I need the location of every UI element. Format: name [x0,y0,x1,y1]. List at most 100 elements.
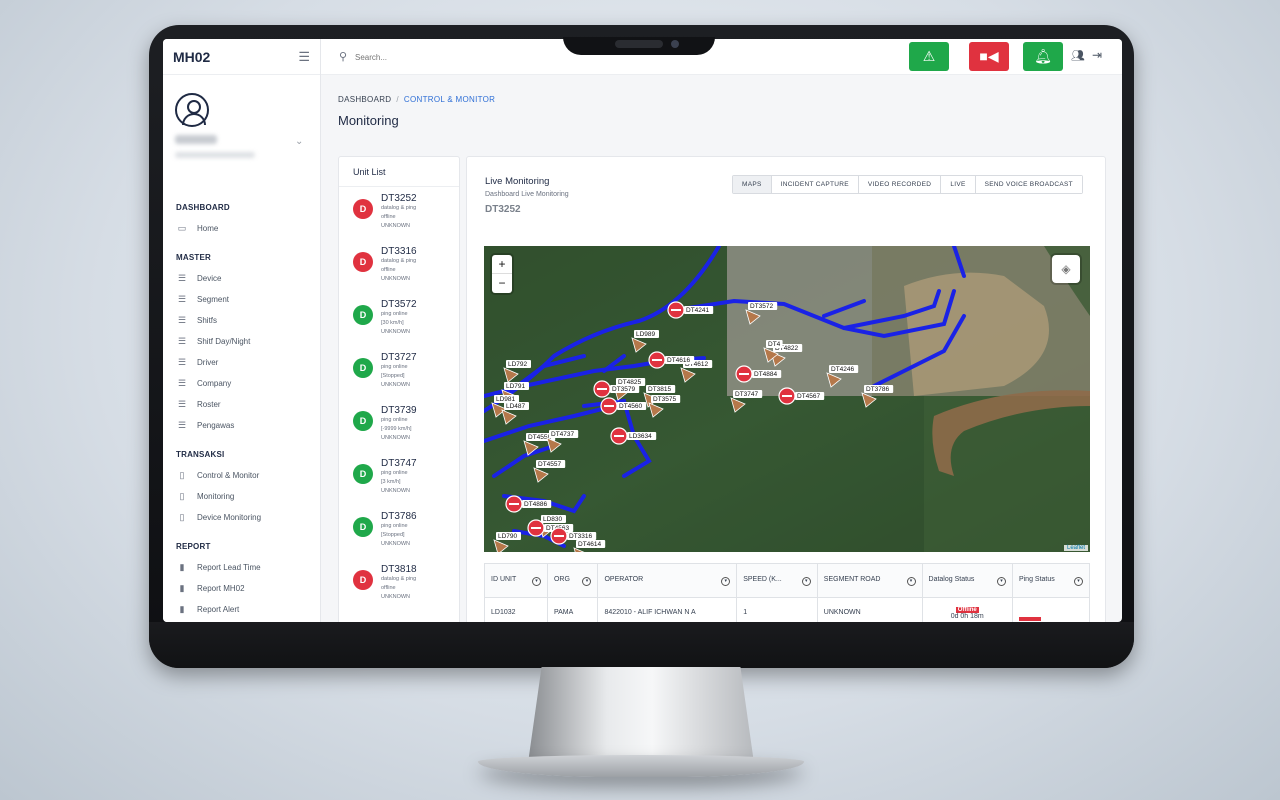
database-icon: ☰ [177,399,187,409]
tab-send-voice-broadcast[interactable]: SEND VOICE BROADCAST [975,176,1082,193]
column-header[interactable]: Datalog Status ▾ [921,563,1013,598]
sidebar-item-company[interactable]: ☰ Company [175,373,315,394]
sidebar-item-report-lead-time[interactable]: ▮ Report Lead Time [175,557,315,578]
marker-label: DT3786 [866,386,890,393]
sidebar-item-roster[interactable]: ☰ Roster [175,394,315,415]
marker-label: LD3634 [629,433,652,440]
column-header[interactable]: SEGMENT ROAD ▾ [816,563,923,598]
sidebar-item-label: Company [197,379,232,388]
unit-status-line: UNKNOWN [381,223,411,229]
tab-maps[interactable]: MAPS [733,176,772,193]
alert-button[interactable]: ⚠ [909,42,949,71]
users-icon[interactable]: 👥︎ [1071,49,1085,62]
table-cell-org: PAMA [546,597,599,622]
hamburger-menu-icon[interactable]: ☰ [298,49,310,65]
filter-icon[interactable]: ▾ [906,576,916,586]
topbar: ⚲ ⚠ ■◀ 🔔︎ 👥︎ ⇥ [321,39,1122,75]
filter-icon[interactable]: ▾ [1074,576,1083,586]
filter-icon[interactable]: ▾ [582,576,592,586]
sidebar-item-report-mh02[interactable]: ▮ Report MH02 [175,578,315,599]
chevron-down-icon[interactable]: ⌄ [295,136,303,147]
sidebar-item-shitf-day-night[interactable]: ☰ Shitf Day/Night [175,331,315,352]
unit-list-item[interactable]: D DT3252 datalog & ping offline UNKNOWN [339,187,459,240]
map-attribution[interactable]: Leaflet [1063,545,1088,551]
table-row[interactable]: LD1032 PAMA 8422010 - ALIF ICHWAN N A 1 UNKN… [484,597,1091,622]
layers-icon[interactable]: ◈ [1052,255,1080,283]
unit-status-line: [Stopped] [381,373,405,379]
sidebar-item-report-alert[interactable]: ▮ Report Alert [175,599,315,620]
sidebar-item-driver[interactable]: ☰ Driver [175,352,315,373]
column-header[interactable]: Ping Status ▾ [1011,563,1091,598]
unit-table: ID UNIT ▾ ORG ▾ OPERATOR ▾ SPEED (K... ▾ SEGMENT… [484,563,1091,622]
table-cell-operator: 8422010 - ALIF ICHWAN N A [597,597,738,622]
sidebar-item-home[interactable]: ▭ Home [175,218,315,239]
sidebar-item-device[interactable]: ☰ Device [175,268,315,289]
filter-icon[interactable]: ▾ [721,576,731,586]
marker-label: LD989 [636,331,656,338]
sidebar-item-segment[interactable]: ☰ Segment [175,289,315,310]
marker-label: DT4557 [538,461,562,468]
unit-list-item[interactable]: D DT3786 ping online [Stopped] UNKNOWN [339,505,459,558]
unit-id: DT3818 [381,564,417,575]
user-name-redacted [175,135,217,144]
offline-bar-icon [509,503,519,505]
sidebar-item-control-monitor[interactable]: ▯ Control & Monitor [175,465,315,486]
unit-list-item[interactable]: D DT3316 datalog & ping offline UNKNOWN [339,240,459,293]
search-input[interactable] [355,49,535,65]
unit-status-line: ping online [381,417,408,423]
column-header[interactable]: ORG ▾ [546,563,599,598]
unit-status-line: [Stopped] [381,532,405,538]
breadcrumb-current[interactable]: CONTROL & MONITOR [404,95,495,104]
column-header[interactable]: ID UNIT ▾ [484,563,548,598]
database-icon: ☰ [177,336,187,346]
unit-list-panel: Unit List D DT3252 datalog & ping offline UN… [338,156,460,622]
zoom-in-button[interactable]: + [492,255,512,274]
filter-icon[interactable]: ▾ [801,576,811,586]
filter-icon[interactable]: ▾ [996,576,1006,586]
video-alert-button[interactable]: ■◀ [969,42,1009,71]
nav-section-title: REPORT [176,542,211,551]
sidebar-item-device-monitoring[interactable]: ▯ Device Monitoring [175,507,315,528]
sidebar-item-pengawas[interactable]: ☰ Pengawas [175,415,315,436]
notification-button[interactable]: 🔔︎ [1023,42,1063,71]
marker-label: LD790 [498,533,518,540]
tab-live[interactable]: LIVE [941,176,976,193]
map-canvas[interactable]: DT3572LD989DT4612DT4822DT4246DT3786DT482… [484,246,1090,552]
tab-video-recorded[interactable]: VIDEO RECORDED [858,176,942,193]
unit-status-line: ping online [381,523,408,529]
unit-badge: D [353,570,373,590]
unit-id: DT3786 [381,511,417,522]
tab-incident-capture[interactable]: INCIDENT CAPTURE [771,176,859,193]
sidebar-item-shitfs[interactable]: ☰ Shitfs [175,310,315,331]
zoom-out-button[interactable]: − [492,274,512,293]
unit-status-line: offline [381,267,396,273]
unit-id: DT3252 [381,193,417,204]
unit-list-item[interactable]: D DT3739 ping online [-9999 km/h] UNKNOWN [339,399,459,452]
unit-status-line: UNKNOWN [381,488,411,494]
sidebar-item-label: Home [197,224,219,233]
unit-list-item[interactable]: D DT3818 datalog & ping offline UNKNOWN [339,558,459,611]
column-header[interactable]: OPERATOR ▾ [597,563,738,598]
warning-icon: ⚠ [922,48,936,64]
column-header[interactable]: SPEED (K... ▾ [736,563,818,598]
unit-list-item[interactable]: D DT3747 ping online [3 km/h] UNKNOWN [339,452,459,505]
unit-list-item[interactable]: D DT3572 ping online [30 km/h] UNKNOWN [339,293,459,346]
marker-label: DT4246 [831,366,855,373]
clipboard-icon: ▯ [179,491,185,501]
sidebar-item-monitoring[interactable]: ▯ Monitoring [175,486,315,507]
unit-list-item[interactable]: D DT3727 ping online [Stopped] UNKNOWN [339,346,459,399]
marker-label: LD981 [496,396,516,403]
sidebar-item-label: Device Monitoring [197,513,262,522]
unit-status-line: offline [381,585,396,591]
live-title: Live Monitoring [485,176,550,187]
map[interactable]: DT3572 LD989 DT4612 DT4822 DT4246 DT3786 DT482… [484,246,1090,552]
logout-icon[interactable]: ⇥ [1092,48,1102,62]
offline-bar-icon [614,435,624,437]
breadcrumb-root[interactable]: DASHBOARD [338,95,391,104]
avatar[interactable] [175,93,209,127]
offline-bar-icon [782,395,792,397]
brand-bar: MH02 ☰ [163,39,320,75]
sidebar-item-label: Device [197,274,222,283]
filter-icon[interactable]: ▾ [531,576,541,586]
table-cell-speed: 1 [736,597,818,622]
